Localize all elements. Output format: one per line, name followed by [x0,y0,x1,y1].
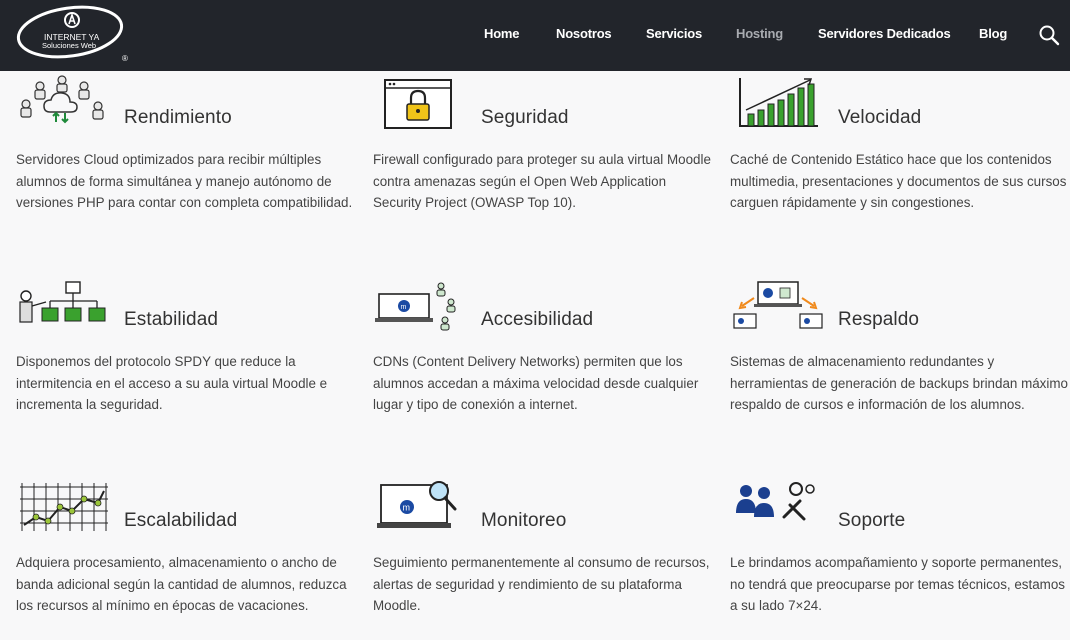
feature-title: Soporte [838,510,906,531]
svg-text:m: m [401,304,407,311]
feature-title: Accesibilidad [481,309,594,330]
feature-title: Escalabilidad [124,510,238,531]
feature-description: Servidores Cloud optimizados para recibi… [16,152,353,210]
feature-description: Firewall configurado para proteger su au… [373,152,711,210]
feature-title: Monitoreo [481,510,567,531]
nav-hosting[interactable]: Hosting [736,26,783,41]
feature-description: Adquiera procesamiento, almacenamiento o… [16,555,347,613]
cloud-users-icon [20,75,104,124]
feature-title: Rendimiento [124,107,232,128]
nav-home[interactable]: Home [484,26,520,41]
svg-text:m: m [403,503,411,513]
laptop-users-icon: m [375,282,456,331]
internet-ya-logo[interactable]: INTERNET YA Soluciones Web ® [14,2,134,64]
nav-nosotros[interactable]: Nosotros [556,26,612,41]
laptop-magnifier-icon: m [377,481,457,528]
feature-description: Seguimiento permanentemente al consumo d… [373,555,710,613]
feature-title: Velocidad [838,107,922,128]
feature-description: Sistemas de almacenamiento redundantes y… [730,354,1068,412]
svg-text:Soluciones Web: Soluciones Web [42,41,96,50]
bar-chart-icon [739,78,818,127]
feature-description: Le brindamos acompañamiento y soporte pe… [730,555,1065,613]
line-graph-icon [20,483,108,531]
search-icon[interactable] [1038,24,1060,46]
feature-title: Estabilidad [124,309,219,330]
feature-title: Respaldo [838,309,920,330]
feature-description: Caché de Contenido Estático hace que los… [730,152,1067,210]
nav-servidores-dedicados[interactable]: Servidores Dedicados [818,26,951,41]
presenter-diagram-icon [19,281,106,323]
svg-text:®: ® [122,54,128,63]
support-tools-icon [736,482,815,521]
feature-description: Disponemos del protocolo SPDY que reduce… [16,354,328,412]
laptop-backup-icon [733,281,823,329]
nav-blog[interactable]: Blog [979,26,1007,41]
feature-description: CDNs (Content Delivery Networks) permite… [373,354,699,412]
browser-lock-icon [384,79,452,129]
site-header: INTERNET YA Soluciones Web ® Home Nosotr… [0,0,1070,71]
nav-servicios[interactable]: Servicios [646,26,702,41]
feature-title: Seguridad [481,107,569,128]
